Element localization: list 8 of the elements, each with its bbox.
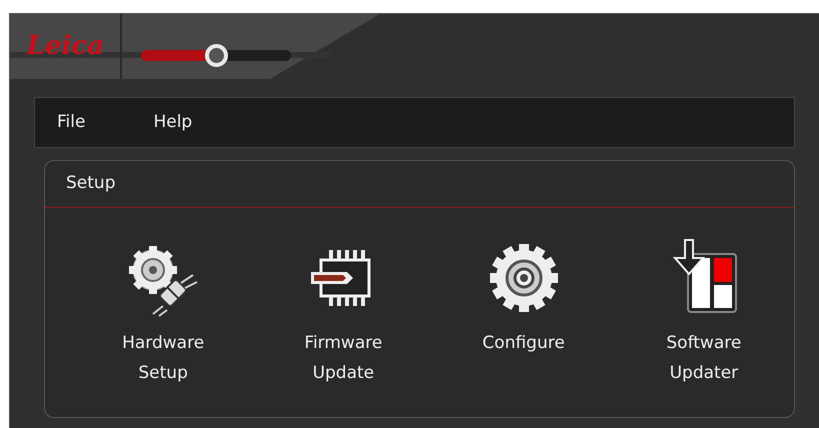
tool-label[interactable]: Hardware Setup — [103, 328, 224, 388]
menu-item[interactable]: File — [57, 110, 86, 136]
logo: Leica — [26, 30, 104, 63]
panel-title: Setup — [66, 172, 116, 196]
tool-label[interactable]: Configure — [464, 328, 584, 358]
tool-label[interactable]: Firmware Update — [283, 328, 404, 388]
tool-label[interactable]: Software Updater — [644, 328, 764, 388]
menu-item[interactable]: Help — [153, 110, 192, 136]
